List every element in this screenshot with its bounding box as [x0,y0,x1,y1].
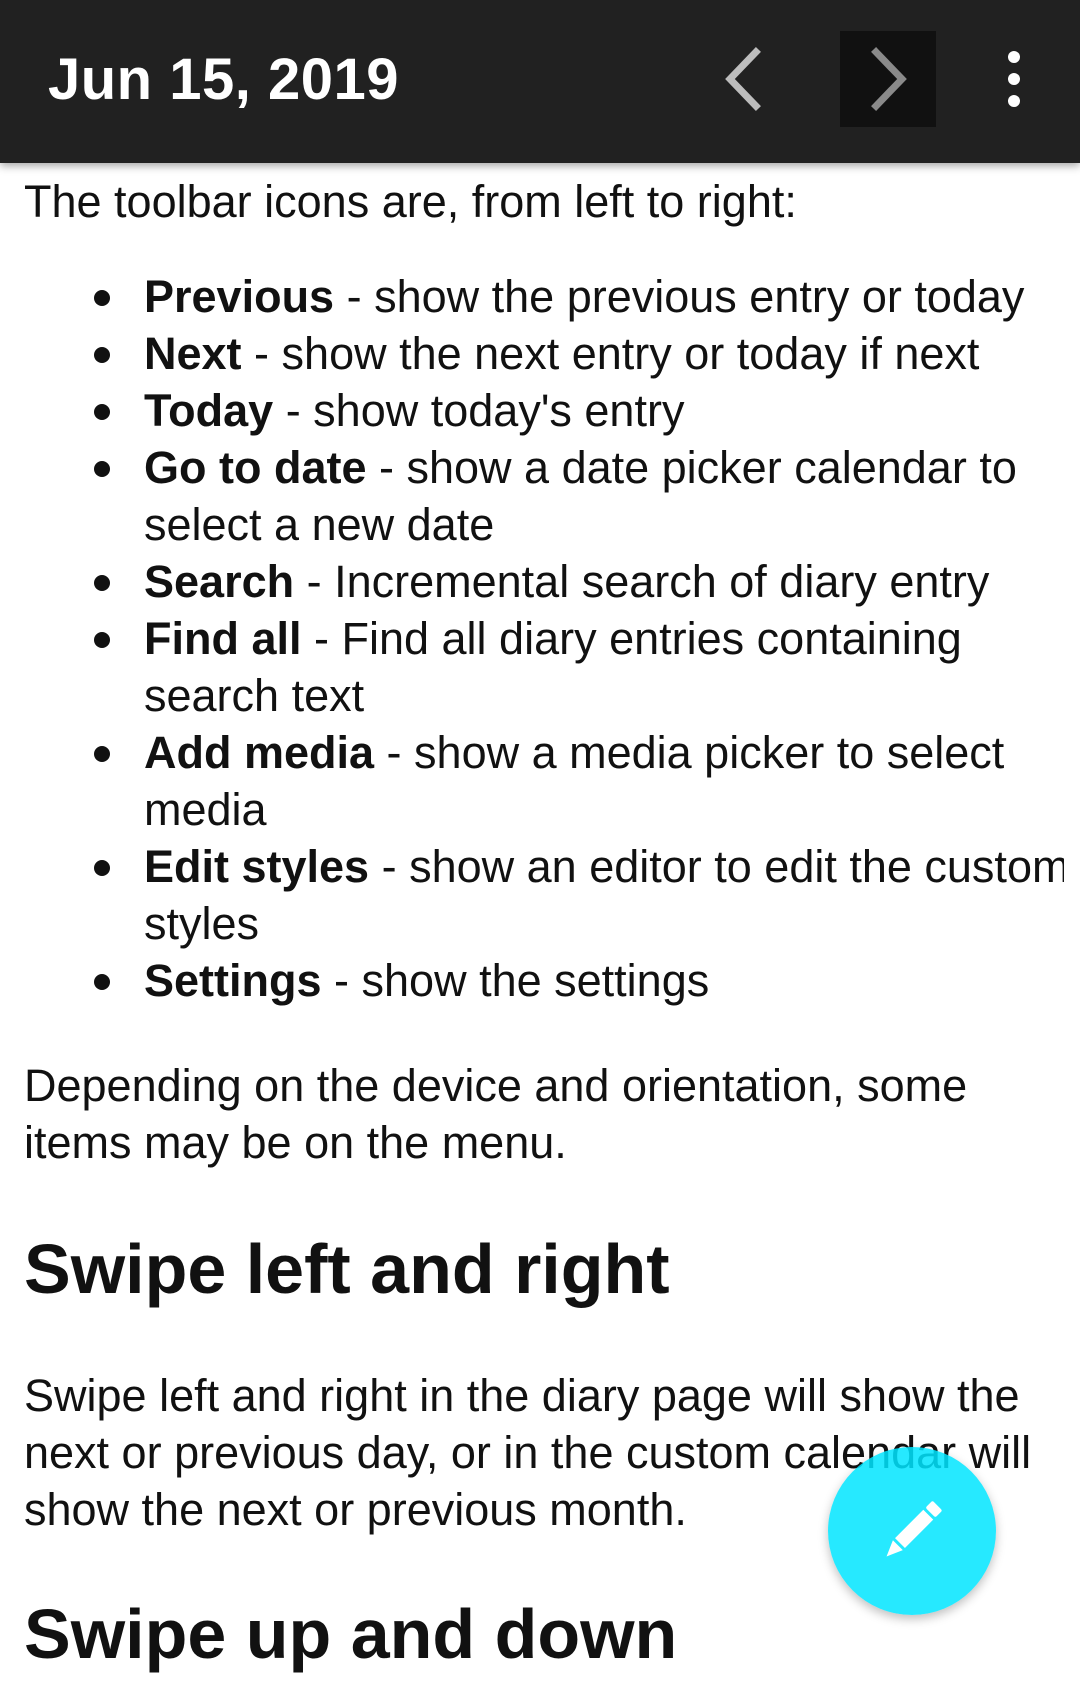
chevron-right-icon [871,47,907,111]
previous-button[interactable] [696,31,792,127]
next-button[interactable] [840,31,936,127]
item-term: Next [144,328,242,379]
toolbar-date-title: Jun 15, 2019 [48,47,399,112]
swipe-left-right-heading: Swipe left and right [24,1230,670,1308]
item-term: Find all [144,613,302,664]
list-item: Previous - show the previous entry or to… [94,268,1064,325]
item-term: Today [144,385,274,436]
list-item: Add media - show a media picker to selec… [94,724,1064,838]
list-item: Edit styles - show an editor to edit the… [94,838,1064,952]
item-term: Edit styles [144,841,370,892]
edit-entry-fab[interactable] [828,1447,996,1615]
list-item: Go to date - show a date picker calendar… [94,439,1064,553]
list-item: Next - show the next entry or today if n… [94,325,1064,382]
toolbar-icons-list: Previous - show the previous entry or to… [24,268,1064,1009]
item-desc: - Incremental search of diary entry [294,556,990,607]
list-item: Find all - Find all diary entries contai… [94,610,1064,724]
list-item: Settings - show the settings [94,952,1064,1009]
intro-text: The toolbar icons are, from left to righ… [24,176,797,227]
item-term: Search [144,556,295,607]
item-desc: - show today's entry [273,385,685,436]
app-toolbar: Jun 15, 2019 [0,0,1080,163]
item-desc: - show the previous entry or today [334,271,1025,322]
pencil-icon [886,1501,942,1557]
item-term: Add media [144,727,375,778]
item-term: Settings [144,955,322,1006]
overflow-menu-button[interactable] [966,31,1062,127]
item-term: Previous [144,271,335,322]
item-term: Go to date [144,442,367,493]
item-desc: - show the settings [321,955,710,1006]
menu-note-text: Depending on the device and orientation,… [24,1060,968,1168]
item-desc: - show the next entry or today if next [241,328,980,379]
chevron-left-icon [725,47,761,111]
list-item: Today - show today's entry [94,382,1064,439]
more-vertical-icon [1008,51,1020,107]
list-item: Search - Incremental search of diary ent… [94,553,1064,610]
